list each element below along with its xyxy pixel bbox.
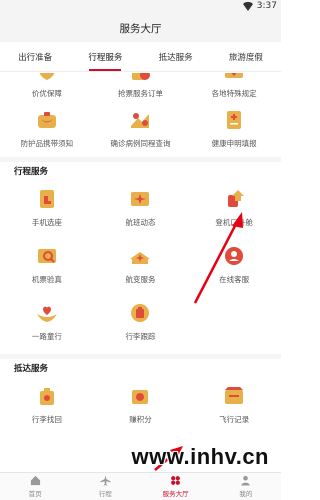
case-query-icon [131,112,150,128]
tab-label: 抵达服务 [158,52,193,63]
ticket-grab-icon [132,73,151,80]
ticket-verify-icon [37,249,56,263]
flight-status-icon [131,192,150,206]
service-seat-selection[interactable]: 手机选座 [0,179,94,236]
tab-travel-prep[interactable]: 出行准备 [0,42,70,71]
nav-label: 首页 [28,490,42,498]
service-label: 航变服务 [125,275,156,284]
service-ticket-verify[interactable]: 机票验真 [0,236,94,293]
service-ticket-grab[interactable]: 抢票服务订单 [94,73,188,103]
tab-vacation[interactable]: 旅游度假 [211,42,281,71]
health-declaration-icon [227,110,242,129]
section-title-trip: 行程服务 [0,157,281,179]
top-services-grid: 价优保障 抢票服务订单 各地特殊规定 防护品携带须知 确诊病例同程查询 健康申明… [0,73,281,153]
baggage-tracking-icon [131,304,150,322]
wifi-icon [242,1,253,11]
service-online-support[interactable]: 在线客服 [187,236,281,293]
home-icon [30,475,40,486]
tab-label: 行程服务 [88,52,123,63]
flight-record-icon [225,387,244,404]
gate-upgrade-icon [228,190,245,207]
nav-trips[interactable]: 行程 [70,473,140,500]
tab-label: 旅游度假 [228,52,263,63]
status-right: 3:37 [242,1,277,11]
service-flight-status[interactable]: 航班动态 [94,179,188,236]
baggage-recovery-icon [39,388,54,405]
service-label: 赚积分 [129,415,152,424]
section-title-arrival: 抵达服务 [0,354,281,376]
tab-arrival-services[interactable]: 抵达服务 [141,42,211,71]
service-label: 航班动态 [125,218,156,227]
nav-label: 服务大厅 [162,490,189,498]
service-label: 防护品携带须知 [20,138,74,148]
service-price-guarantee[interactable]: 价优保障 [0,73,94,103]
service-earn-points[interactable]: 赚积分 [94,376,188,433]
page-title: 服务大厅 [119,22,162,35]
plane-icon [100,475,111,486]
regional-rules-icon [225,73,244,78]
service-label: 健康申明填报 [211,138,257,148]
seat-selection-icon [39,190,54,208]
service-label: 行李跟踪 [125,332,156,341]
nav-label: 行程 [98,490,112,498]
service-label: 飞行记录 [219,415,250,424]
service-label: 抢票服务订单 [117,89,163,98]
watermark: www.inhv.cn [131,444,269,469]
profile-icon [241,475,250,486]
service-label: 一路童行 [31,332,62,341]
service-flight-change[interactable]: 航变服务 [94,236,188,293]
trip-services-grid: 手机选座 航班动态 登机口升舱 机票验真 航变服务 在线客服 一路童行 行李跟踪 [0,179,281,350]
service-baggage-recovery[interactable]: 行李找回 [0,376,94,433]
service-hall-icon [171,476,181,485]
child-travel-icon [36,306,57,322]
service-label: 登机口升舱 [215,218,253,227]
service-regional-rules[interactable]: 各地特殊规定 [187,73,281,103]
nav-home[interactable]: 首页 [0,473,70,500]
nav-profile[interactable]: 我的 [211,473,281,500]
service-content[interactable]: 价优保障 抢票服务订单 各地特殊规定 防护品携带须知 确诊病例同程查询 健康申明… [0,73,281,472]
service-label: 行李找回 [31,415,62,424]
title-bar: 服务大厅 [0,14,281,42]
service-protective-items[interactable]: 防护品携带须知 [0,103,94,153]
protective-items-icon [37,111,56,128]
service-gate-upgrade[interactable]: 登机口升舱 [187,179,281,236]
tab-bar: 出行准备 行程服务 抵达服务 旅游度假 [0,42,281,72]
status-bar: 3:37 [0,0,281,14]
nav-label: 我的 [239,490,253,498]
nav-service-hall[interactable]: 服务大厅 [141,473,211,500]
service-health-declaration[interactable]: 健康申明填报 [187,103,281,153]
bottom-nav: 首页 行程 服务大厅 我的 [0,472,281,500]
tab-trip-services[interactable]: 行程服务 [70,42,140,71]
service-label: 价优保障 [31,89,62,98]
flight-change-icon [130,252,151,264]
online-support-icon [225,247,244,265]
service-label: 手机选座 [31,218,62,227]
service-label: 机票验真 [31,275,62,284]
service-label: 在线客服 [219,275,250,284]
service-baggage-tracking[interactable]: 行李跟踪 [94,293,188,350]
price-guarantee-icon [39,73,55,80]
tab-label: 出行准备 [18,52,53,63]
status-time: 3:37 [256,1,277,11]
service-label: 各地特殊规定 [211,89,257,98]
service-case-query[interactable]: 确诊病例同程查询 [94,103,188,153]
arrival-services-grid: 行李找回 赚积分 飞行记录 [0,376,281,433]
service-child-travel[interactable]: 一路童行 [0,293,94,350]
service-label: 确诊病例同程查询 [110,138,171,148]
service-flight-record[interactable]: 飞行记录 [187,376,281,433]
earn-points-icon [132,390,149,404]
